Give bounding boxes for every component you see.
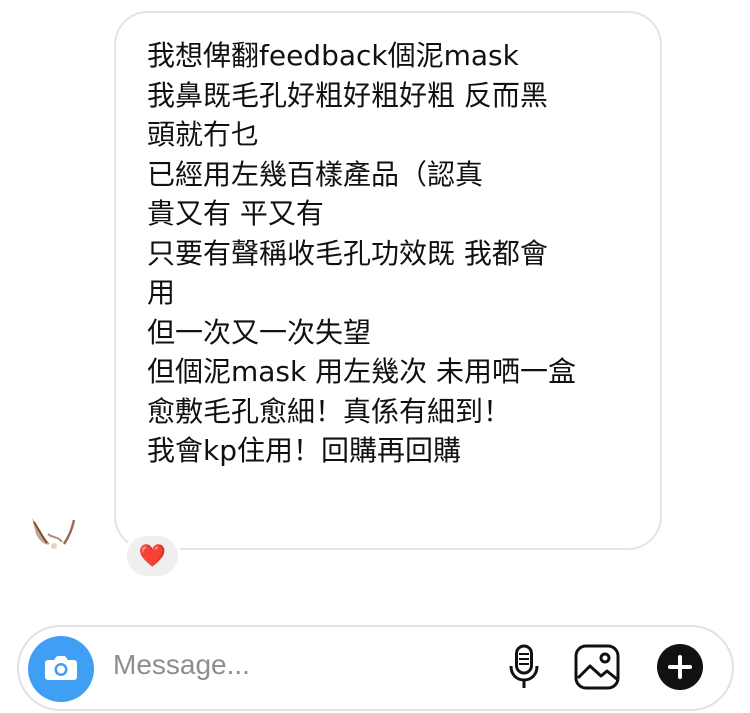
message-line: 我會kp住用！回購再回購 (147, 434, 461, 467)
camera-icon (44, 653, 78, 685)
message-line: 用 (147, 276, 176, 309)
message-line: 已經用左幾百樣產品（認真 (147, 157, 484, 191)
message-line: 頭就冇乜 (147, 118, 260, 151)
gallery-button[interactable] (572, 644, 622, 694)
message-input[interactable]: Message... (113, 649, 250, 681)
heart-emoji: ❤️ (138, 543, 167, 569)
message-bubble[interactable]: 我想俾翻feedback個泥mask 我鼻既毛孔好粗好粗好粗 反而黑 頭就冇乜 … (114, 11, 662, 550)
plus-icon (656, 643, 704, 695)
sender-avatar[interactable] (28, 516, 90, 552)
message-line: 貴又有 平又有 (147, 197, 324, 230)
message-line: 我鼻既毛孔好粗好粗好粗 反而黑 (147, 78, 548, 112)
microphone-icon (508, 644, 540, 694)
message-composer: Message... (17, 625, 734, 711)
message-line: 但一次又一次失望 (147, 315, 372, 349)
gallery-icon (574, 644, 620, 694)
camera-button[interactable] (28, 636, 94, 702)
reaction-heart-badge[interactable]: ❤️ (124, 533, 181, 579)
more-options-button[interactable] (655, 644, 705, 694)
message-line: 愈敷毛孔愈細！真係有細到！ (147, 394, 512, 428)
message-line: 我想俾翻feedback個泥mask (147, 39, 519, 72)
message-line: 但個泥mask 用左幾次 未用哂一盒 (147, 355, 577, 388)
voice-message-button[interactable] (499, 644, 549, 694)
message-line: 只要有聲稱收毛孔功效既 我都會 (147, 236, 548, 270)
